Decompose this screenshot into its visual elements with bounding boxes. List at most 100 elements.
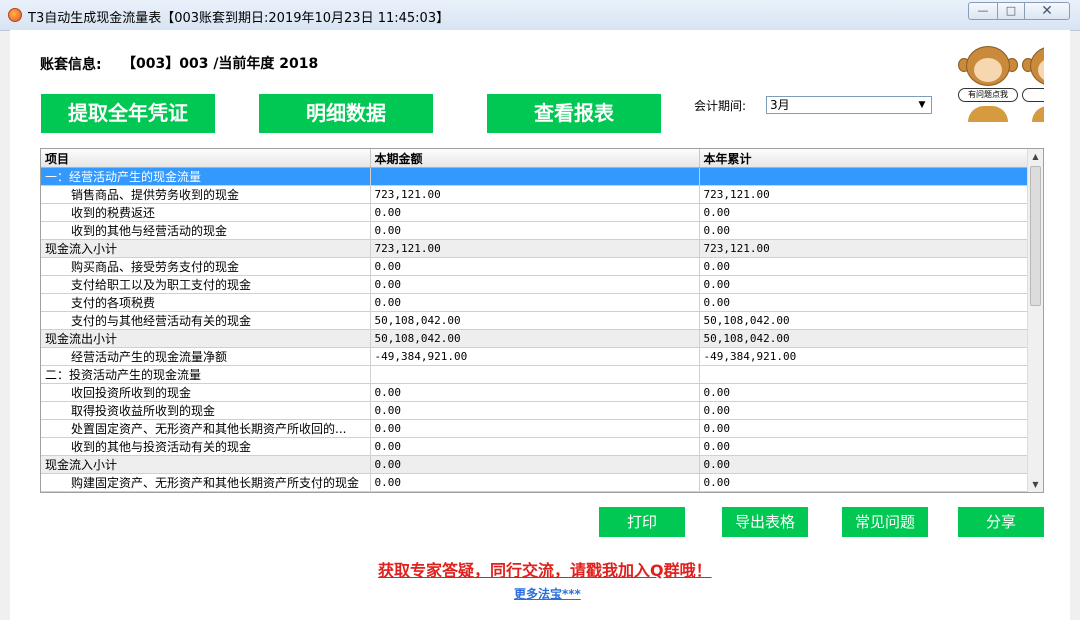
cell-current: 0.00 [370, 221, 700, 240]
cell-current [370, 167, 700, 186]
cell-current: 0.00 [370, 437, 700, 456]
cell-current: 723,121.00 [370, 185, 700, 204]
cell-current: 0.00 [370, 473, 700, 492]
cell-item: 二：投资活动产生的现金流量 [41, 365, 371, 384]
cell-ytd [699, 167, 1030, 186]
cell-ytd: 0.00 [699, 437, 1030, 456]
table-row[interactable]: 收到的税费返还 0.00 0.00 [41, 203, 1030, 222]
period-select[interactable]: 3月 ▼ [766, 96, 932, 114]
table-row[interactable]: 购建固定资产、无形资产和其他长期资产所支付的现金 0.00 0.00 [41, 473, 1030, 492]
scroll-thumb[interactable] [1030, 166, 1041, 306]
table-row[interactable]: 支付的各项税费 0.00 0.00 [41, 293, 1030, 312]
period-label: 会计期间: [694, 99, 747, 113]
cell-ytd: 0.00 [699, 257, 1030, 276]
table-row[interactable]: 现金流出小计 50,108,042.00 50,108,042.00 [41, 329, 1030, 348]
cell-item: 收到的税费返还 [41, 203, 371, 222]
cell-item: 支付的各项税费 [41, 293, 371, 312]
cell-item: 支付给职工以及为职工支付的现金 [41, 275, 371, 294]
cell-current: 0.00 [370, 257, 700, 276]
cell-item: 现金流入小计 [41, 455, 371, 474]
cell-ytd: 0.00 [699, 275, 1030, 294]
cell-ytd: 50,108,042.00 [699, 311, 1030, 330]
window-title: T3自动生成现金流量表【003账套到期日:2019年10月23日 11:45:0… [28, 11, 450, 26]
main-content: 账套信息: 【003】003 /当前年度 2018 提取全年凭证 明细数据 查看… [10, 30, 1070, 620]
cell-current: 0.00 [370, 383, 700, 402]
table-header-row: 项目 本期金额 本年累计 [41, 149, 1030, 168]
cell-ytd: 0.00 [699, 401, 1030, 420]
table-row[interactable]: 二：投资活动产生的现金流量 [41, 365, 1030, 384]
table-row[interactable]: 收回投资所收到的现金 0.00 0.00 [41, 383, 1030, 402]
view-report-button[interactable]: 查看报表 [487, 94, 661, 133]
title-bar[interactable]: T3自动生成现金流量表【003账套到期日:2019年10月23日 11:45:0… [0, 0, 1080, 31]
account-info-label: 账套信息: [40, 57, 102, 73]
cell-ytd: 0.00 [699, 293, 1030, 312]
help-mascot[interactable]: 有问题点我 [958, 44, 1018, 122]
cell-item: 购买商品、接受劳务支付的现金 [41, 257, 371, 276]
cell-ytd [699, 365, 1030, 384]
cell-current: 50,108,042.00 [370, 329, 700, 348]
cell-item: 现金流出小计 [41, 329, 371, 348]
app-icon [8, 8, 22, 22]
cell-current: 0.00 [370, 401, 700, 420]
mascot-face [974, 58, 1002, 82]
account-info-value: 【003】003 /当前年度 2018 [122, 56, 319, 72]
dropdown-arrow-icon[interactable]: ▼ [915, 98, 929, 112]
table-row[interactable]: 购买商品、接受劳务支付的现金 0.00 0.00 [41, 257, 1030, 276]
cell-item: 经营活动产生的现金流量净额 [41, 347, 371, 366]
minimize-button[interactable]: — [968, 2, 998, 20]
table-row[interactable]: 取得投资收益所收到的现金 0.00 0.00 [41, 401, 1030, 420]
mascot-badge[interactable]: 有问 [1022, 88, 1044, 102]
cell-item: 收到的其他与经营活动的现金 [41, 221, 371, 240]
table-row[interactable]: 支付给职工以及为职工支付的现金 0.00 0.00 [41, 275, 1030, 294]
cell-item: 一：经营活动产生的现金流量 [41, 167, 371, 186]
column-header-current[interactable]: 本期金额 [370, 149, 700, 168]
cell-item: 取得投资收益所收到的现金 [41, 401, 371, 420]
table-row[interactable]: 销售商品、提供劳务收到的现金 723,121.00 723,121.00 [41, 185, 1030, 204]
table-row[interactable]: 收到的其他与经营活动的现金 0.00 0.00 [41, 221, 1030, 240]
cell-ytd: 0.00 [699, 203, 1030, 222]
help-mascot-2[interactable]: 有问 [1022, 44, 1044, 122]
cell-ytd: 0.00 [699, 455, 1030, 474]
join-group-link[interactable]: 获取专家答疑，同行交流，请戳我加入Q群哦！ [378, 557, 712, 581]
table-row[interactable]: 现金流入小计 0.00 0.00 [41, 455, 1030, 474]
mascot-body [1032, 106, 1044, 122]
cell-ytd: 0.00 [699, 221, 1030, 240]
cash-flow-table[interactable]: 项目 本期金额 本年累计 一：经营活动产生的现金流量 销售商品、提供劳务收到的现… [40, 148, 1044, 493]
column-header-item[interactable]: 项目 [41, 149, 371, 168]
cell-ytd: 0.00 [699, 419, 1030, 438]
table-row[interactable]: 收到的其他与投资活动有关的现金 0.00 0.00 [41, 437, 1030, 456]
table-scrollbar[interactable]: ▲ ▼ [1027, 149, 1043, 492]
app-window: T3自动生成现金流量表【003账套到期日:2019年10月23日 11:45:0… [0, 0, 1080, 620]
close-button[interactable]: ✕ [1024, 2, 1070, 20]
scroll-down-icon[interactable]: ▼ [1028, 477, 1043, 492]
table-row[interactable]: 一：经营活动产生的现金流量 [41, 167, 1030, 186]
cell-current: 0.00 [370, 455, 700, 474]
mascot-badge[interactable]: 有问题点我 [958, 88, 1018, 102]
table-row[interactable]: 支付的与其他经营活动有关的现金 50,108,042.00 50,108,042.0… [41, 311, 1030, 330]
cell-current: 723,121.00 [370, 239, 700, 258]
faq-button[interactable]: 常见问题 [842, 507, 928, 537]
detail-data-button[interactable]: 明细数据 [259, 94, 433, 133]
more-tools-link[interactable]: 更多法宝*** [514, 585, 581, 602]
scroll-up-icon[interactable]: ▲ [1028, 149, 1043, 164]
export-table-button[interactable]: 导出表格 [722, 507, 808, 537]
cell-ytd: -49,384,921.00 [699, 347, 1030, 366]
cell-current: 0.00 [370, 293, 700, 312]
cell-ytd: 0.00 [699, 473, 1030, 492]
cell-ytd: 723,121.00 [699, 185, 1030, 204]
cash-flow-grid: 项目 本期金额 本年累计 一：经营活动产生的现金流量 销售商品、提供劳务收到的现… [41, 149, 1030, 492]
print-button[interactable]: 打印 [599, 507, 685, 537]
cell-item: 销售商品、提供劳务收到的现金 [41, 185, 371, 204]
mascot-body [968, 106, 1008, 122]
share-button[interactable]: 分享 [958, 507, 1044, 537]
cell-ytd: 0.00 [699, 383, 1030, 402]
table-row[interactable]: 经营活动产生的现金流量净额 -49,384,921.00 -49,384,921.0… [41, 347, 1030, 366]
cell-current [370, 365, 700, 384]
table-row[interactable]: 现金流入小计 723,121.00 723,121.00 [41, 239, 1030, 258]
table-row[interactable]: 处置固定资产、无形资产和其他长期资产所收回的... 0.00 0.00 [41, 419, 1030, 438]
column-header-ytd[interactable]: 本年累计 [699, 149, 1030, 168]
maximize-button[interactable]: □ [997, 2, 1025, 20]
cell-current: 50,108,042.00 [370, 311, 700, 330]
extract-vouchers-button[interactable]: 提取全年凭证 [41, 94, 215, 133]
cell-ytd: 50,108,042.00 [699, 329, 1030, 348]
